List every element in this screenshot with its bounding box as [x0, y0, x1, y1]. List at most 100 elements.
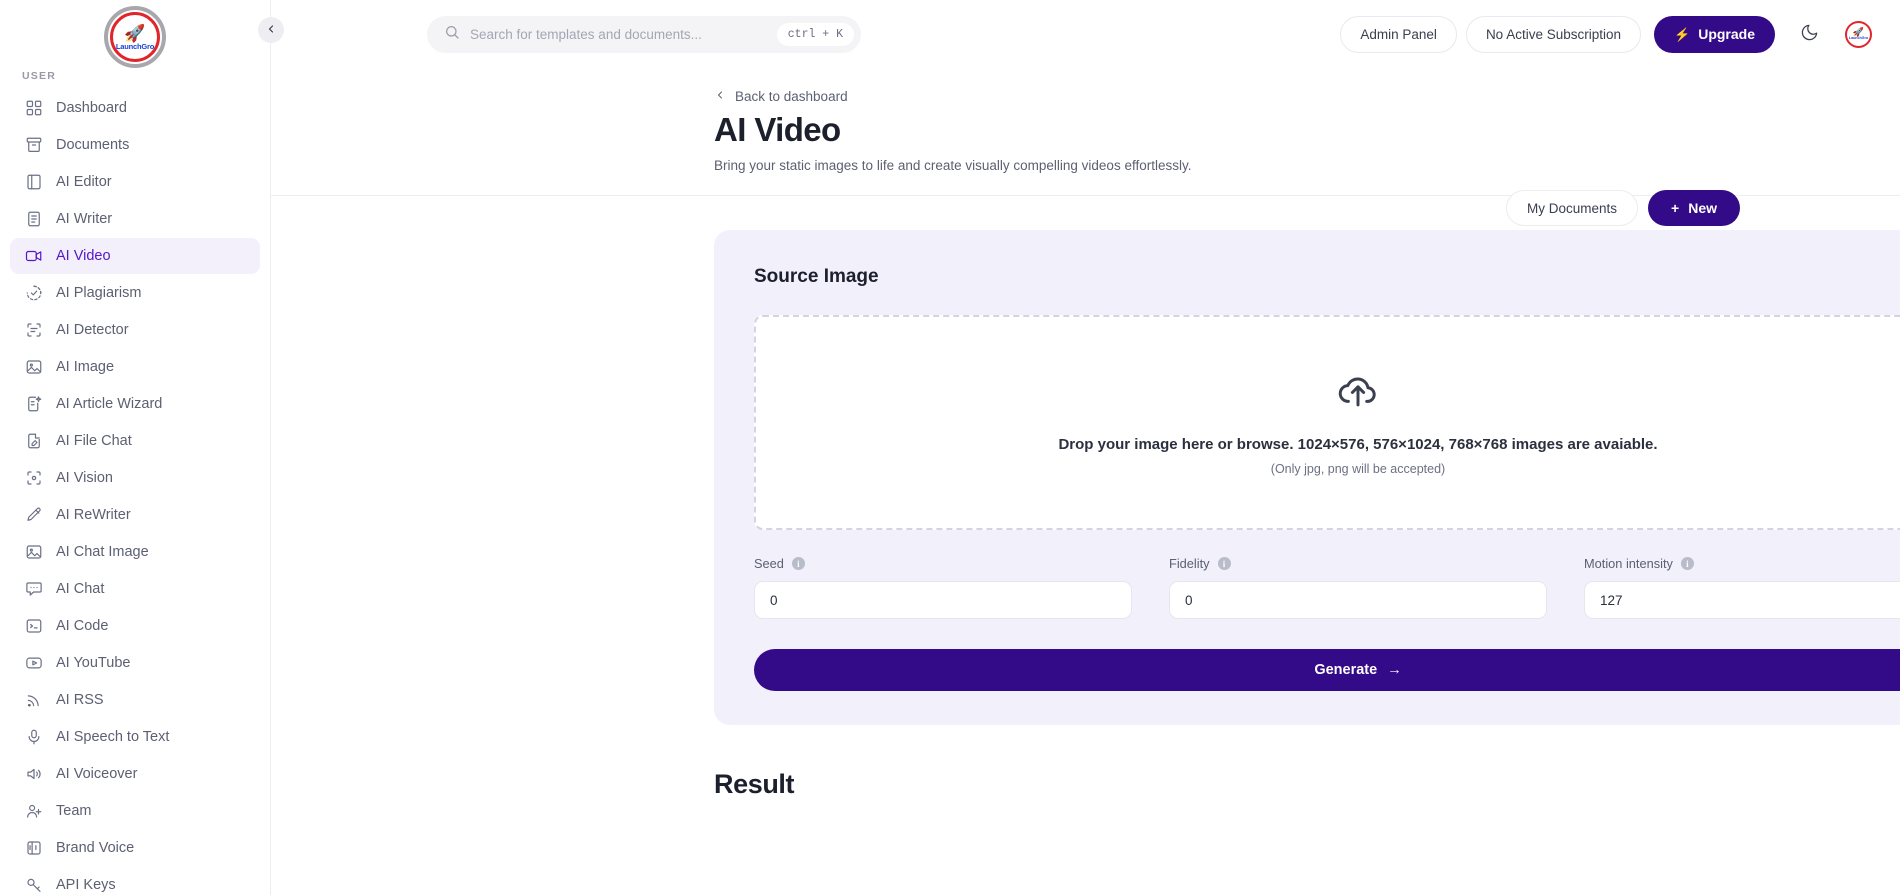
user-plus-icon [24, 802, 43, 821]
sidebar-item-ai-chat[interactable]: AI Chat [10, 571, 260, 607]
motion-intensity-input[interactable] [1584, 581, 1900, 620]
sidebar-item-ai-rss[interactable]: AI RSS [10, 682, 260, 718]
sidebar-item-ai-speech-to-text[interactable]: AI Speech to Text [10, 719, 260, 755]
sidebar-nav: Dashboard Documents AI Editor AI Writer AI V… [0, 90, 270, 895]
source-image-title: Source Image [754, 266, 879, 288]
sidebar-item-label: AI Detector [56, 322, 129, 338]
grid-icon [24, 99, 43, 118]
result-title: Result [714, 769, 795, 800]
sidebar-item-brand-voice[interactable]: Brand Voice [10, 830, 260, 866]
app-root: 🚀 LaunchGro USER Dashboard Documents AI Ed… [0, 0, 1900, 895]
sidebar-item-documents[interactable]: Documents [10, 127, 260, 163]
sidebar-item-ai-chat-image[interactable]: AI Chat Image [10, 534, 260, 570]
file-text-icon [24, 210, 43, 229]
avatar[interactable]: 🚀 LaunchGro [1845, 20, 1872, 48]
image-icon [24, 543, 43, 562]
page-header-actions: My Documents + New [1505, 190, 1740, 226]
logo-text: LaunchGro [115, 41, 155, 51]
check-circle-dashed-icon [24, 284, 43, 303]
brand-logo[interactable]: 🚀 LaunchGro [0, 0, 270, 70]
new-button-label: New [1688, 200, 1717, 216]
admin-panel-button[interactable]: Admin Panel [1340, 15, 1457, 53]
seed-input[interactable] [754, 581, 1132, 620]
image-dropzone[interactable]: Drop your image here or browse. 1024×576… [754, 315, 1900, 531]
info-icon[interactable]: i [1217, 557, 1231, 571]
sidebar-item-ai-voiceover[interactable]: AI Voiceover [10, 756, 260, 792]
volume-icon [24, 765, 43, 784]
sidebar-item-ai-vision[interactable]: AI Vision [10, 460, 260, 496]
sidebar-item-ai-file-chat[interactable]: AI File Chat [10, 423, 260, 459]
sidebar-collapse-button[interactable] [258, 17, 284, 43]
back-link-label: Back to dashboard [735, 89, 848, 104]
sidebar-item-label: AI Code [56, 618, 109, 634]
scan-eye-icon [24, 469, 43, 488]
image-icon [24, 358, 43, 377]
field-motion-intensity: Motion intensity i [1584, 556, 1900, 620]
sidebar-item-label: Brand Voice [56, 840, 135, 856]
sidebar-item-dashboard[interactable]: Dashboard [10, 90, 260, 126]
sidebar-item-ai-editor[interactable]: AI Editor [10, 164, 260, 200]
sidebar-item-label: Team [56, 803, 92, 819]
new-button[interactable]: + New [1648, 190, 1740, 226]
sidebar-item-ai-writer[interactable]: AI Writer [10, 201, 260, 237]
sidebar-item-ai-detector[interactable]: AI Detector [10, 312, 260, 348]
sidebar-item-api-keys[interactable]: API Keys [10, 867, 260, 895]
search-input[interactable] [470, 26, 767, 42]
moon-icon [1800, 23, 1819, 45]
field-seed: Seed i [754, 556, 1132, 620]
info-icon[interactable]: i [791, 557, 805, 571]
sidebar-item-label: API Keys [56, 877, 116, 893]
dropzone-main-text: Drop your image here or browse. 1024×576… [1058, 436, 1658, 454]
info-icon[interactable]: i [1680, 557, 1694, 571]
rss-icon [24, 691, 43, 710]
archive-icon [24, 136, 43, 155]
page-subtitle: Bring your static images to life and cre… [714, 158, 1192, 174]
field-label-text: Seed [754, 556, 784, 572]
sidebar-item-label: AI Chat Image [56, 544, 149, 560]
sidebar-item-label: Documents [56, 137, 130, 153]
page-content: Source Image Drop your image here or bro… [271, 196, 1900, 895]
field-label: Seed i [754, 556, 1132, 571]
sidebar-item-ai-youtube[interactable]: AI YouTube [10, 645, 260, 681]
pencil-icon [24, 506, 43, 525]
topbar-actions: Admin Panel No Active Subscription ⚡ Upg… [1340, 15, 1872, 53]
back-to-dashboard-link[interactable]: Back to dashboard [714, 89, 848, 104]
key-icon [24, 876, 43, 895]
generate-button[interactable]: Generate → [754, 649, 1900, 692]
logo-inner: 🚀 LaunchGro [110, 12, 160, 62]
upgrade-button[interactable]: ⚡ Upgrade [1654, 15, 1775, 53]
sidebar-item-label: AI Plagiarism [56, 285, 142, 301]
field-fidelity: Fidelity i [1169, 556, 1547, 620]
avatar-text: LaunchGro [1848, 36, 1869, 40]
sidebar-section-label: USER [22, 70, 56, 82]
sidebar-item-ai-rewriter[interactable]: AI ReWriter [10, 497, 260, 533]
sidebar-item-ai-article-wizard[interactable]: AI Article Wizard [10, 386, 260, 422]
sidebar: 🚀 LaunchGro USER Dashboard Documents AI Ed… [0, 0, 271, 895]
theme-toggle-button[interactable] [1792, 17, 1826, 51]
fidelity-input[interactable] [1169, 581, 1547, 620]
generate-label: Generate [1314, 662, 1378, 679]
topbar: ctrl + K Admin Panel No Active Subscript… [271, 0, 1900, 68]
sidebar-item-label: AI ReWriter [56, 507, 131, 523]
field-label-text: Fidelity [1169, 556, 1210, 572]
chevron-left-icon [265, 23, 277, 38]
subscription-status-button[interactable]: No Active Subscription [1465, 15, 1642, 53]
rocket-icon: 🚀 [124, 23, 146, 43]
video-icon [24, 247, 43, 266]
field-label: Fidelity i [1169, 556, 1547, 571]
youtube-icon [24, 654, 43, 673]
panels-icon [24, 839, 43, 858]
page-header: Back to dashboard AI Video Bring your st… [271, 68, 1900, 226]
sidebar-item-ai-image[interactable]: AI Image [10, 349, 260, 385]
terminal-icon [24, 617, 43, 636]
my-documents-button[interactable]: My Documents [1505, 190, 1639, 226]
sidebar-item-ai-plagiarism[interactable]: AI Plagiarism [10, 275, 260, 311]
source-image-card: Source Image Drop your image here or bro… [714, 230, 1900, 726]
sidebar-item-ai-code[interactable]: AI Code [10, 608, 260, 644]
sidebar-item-label: AI RSS [56, 692, 104, 708]
sidebar-item-team[interactable]: Team [10, 793, 260, 829]
sidebar-item-label: AI Video [56, 248, 111, 264]
sidebar-item-label: AI Writer [56, 211, 113, 227]
sidebar-item-ai-video[interactable]: AI Video [10, 238, 260, 274]
search-box[interactable]: ctrl + K [427, 15, 861, 53]
